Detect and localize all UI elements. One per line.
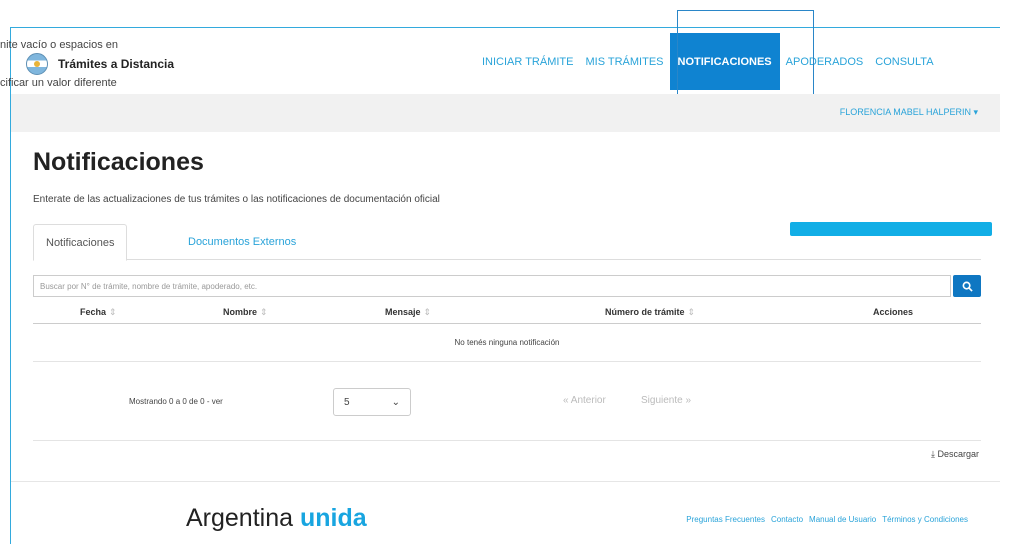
footer-link-terminos[interactable]: Términos y Condiciones [882,515,968,524]
footer-link-manual[interactable]: Manual de Usuario [809,515,876,524]
nav-consulta[interactable]: CONSULTA [869,33,939,90]
search-input[interactable]: Buscar por N° de trámite, nombre de trám… [33,275,951,297]
column-header-nombre[interactable]: Nombre ⇕ [223,307,268,318]
page-title: Notificaciones [33,148,204,176]
coat-of-arms-icon[interactable] [26,53,48,75]
table-empty-row: No tenés ninguna notificación [33,324,981,362]
argentina-unida-logo: Argentina unida [186,504,367,533]
nav-apoderados[interactable]: APODERADOS [780,33,870,90]
previous-page-button[interactable]: « Anterior [563,395,606,406]
overlay-text-line-2: cificar un valor diferente [0,77,117,89]
page-subtitle: Enterate de las actualizaciones de tus t… [33,194,440,205]
nav-notificaciones[interactable]: NOTIFICACIONES [669,33,780,90]
page-size-value: 5 [344,396,350,408]
search-row: Buscar por N° de trámite, nombre de trám… [33,275,981,297]
next-page-button[interactable]: Siguiente » [641,395,691,406]
footer-link-faq[interactable]: Preguntas Frecuentes [686,515,765,524]
tab-bar: Notificaciones Documentos Externos [33,224,981,261]
chevron-down-icon: ⌄ [391,396,400,408]
nav-mis-tramites[interactable]: MIS TRÁMITES [579,33,669,90]
overlay-text-line-1: nite vacío o espacios en [0,39,119,51]
tab-documentos-externos[interactable]: Documentos Externos [176,224,308,260]
footer-links: Preguntas Frecuentes Contacto Manual de … [686,515,968,524]
site-footer: Argentina unida Preguntas Frecuentes Con… [11,481,1000,544]
showing-count: Mostrando 0 a 0 de 0 - ver [129,397,223,406]
column-header-mensaje[interactable]: Mensaje ⇕ [385,307,431,318]
empty-message: No tenés ninguna notificación [454,338,560,347]
notifications-table: Fecha ⇕ Nombre ⇕ Mensaje ⇕ Número de trámit… [33,302,981,362]
user-menu[interactable]: FLORENCIA MABEL HALPERIN ▾ [840,107,978,118]
main-nav: INICIAR TRÁMITE MIS TRÁMITES NOTIFICACIO… [476,33,940,90]
site-header: nite vacío o espacios en cificar un valo… [0,28,1000,94]
nav-iniciar-tramite[interactable]: INICIAR TRÁMITE [476,33,579,90]
table-header: Fecha ⇕ Nombre ⇕ Mensaje ⇕ Número de trámit… [33,302,981,324]
site-logo-text[interactable]: Trámites a Distancia [58,57,174,71]
tab-notificaciones[interactable]: Notificaciones [33,224,128,261]
column-header-numero-tramite[interactable]: Número de trámite ⇕ [605,307,695,318]
download-button[interactable]: ⤓ Descargar [931,449,979,460]
brand-main-text: Argentina [186,504,294,532]
footer-link-contacto[interactable]: Contacto [771,515,803,524]
search-icon [962,281,973,292]
divider [33,440,981,441]
user-bar: FLORENCIA MABEL HALPERIN ▾ [11,94,1000,132]
page-size-select[interactable]: 5 ⌄ [333,388,411,416]
pagination: Mostrando 0 a 0 de 0 - ver 5 ⌄ « Anterio… [33,383,981,423]
search-button[interactable] [953,275,981,297]
column-header-fecha[interactable]: Fecha ⇕ [80,307,117,318]
column-header-acciones: Acciones [873,307,914,317]
brand-accent-text: unida [299,504,367,532]
